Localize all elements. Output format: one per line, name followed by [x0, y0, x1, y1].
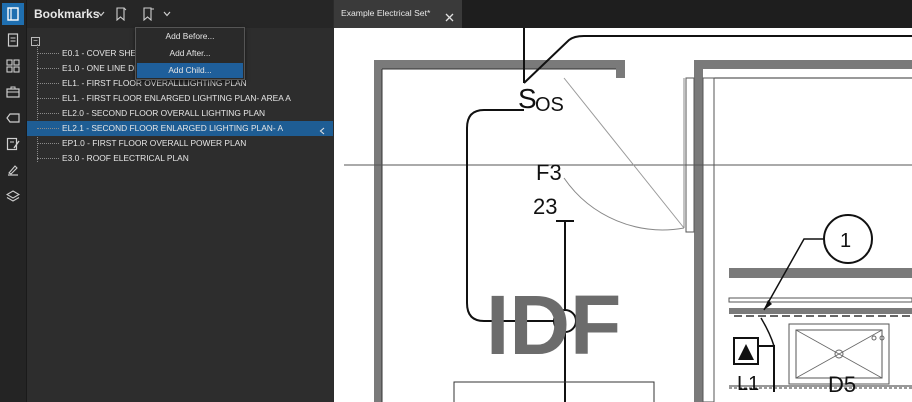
bookmark-item[interactable]: EL1. - FIRST FLOOR ENLARGED LIGHTING PLA…: [27, 91, 333, 106]
book-icon[interactable]: [2, 3, 24, 25]
switch-symbol: S: [518, 83, 537, 114]
bookmark-label: E3.0 - ROOF ELECTRICAL PLAN: [62, 153, 189, 163]
switch-type-label: OS: [535, 94, 564, 116]
bookmark-label: EP1.0 - FIRST FLOOR OVERALL POWER PLAN: [62, 138, 247, 148]
page-icon[interactable]: [2, 29, 24, 51]
thumbnails-icon[interactable]: [2, 55, 24, 77]
menu-item-add-child[interactable]: Add Child...: [137, 63, 243, 78]
bookmark-item[interactable]: EP1.0 - FIRST FLOOR OVERALL POWER PLAN: [27, 136, 333, 151]
bookmark-label: E1.0 - ONE LINE DI: [62, 63, 137, 73]
close-icon[interactable]: [445, 9, 454, 27]
toolbox-icon[interactable]: [2, 81, 24, 103]
document-tab[interactable]: Example Electrical Set*: [334, 0, 462, 28]
bookmark-item[interactable]: E3.0 - ROOF ELECTRICAL PLAN: [27, 151, 333, 166]
wall: [694, 60, 912, 69]
bookmark-label: E0.1 - COVER SHE: [62, 48, 137, 58]
document-tab-bar: Example Electrical Set*: [334, 0, 912, 28]
device-tag: D5: [828, 372, 856, 397]
chevron-down-icon[interactable]: [95, 5, 107, 23]
left-toolbar: [0, 0, 27, 402]
bookmark-label: EL2.1 - SECOND FLOOR ENLARGED LIGHTING P…: [62, 123, 284, 133]
fixture-tag: L1: [737, 373, 759, 395]
drawing-canvas[interactable]: S OS F3 23 IDF 1 L1 D5: [334, 28, 912, 402]
bookmark-label: EL1. - FIRST FLOOR ENLARGED LIGHTING PLA…: [62, 93, 291, 103]
circuit-number-label: 23: [533, 194, 557, 219]
bookmark-item-selected[interactable]: EL2.1 - SECOND FLOOR ENLARGED LIGHTING P…: [27, 121, 333, 136]
add-bookmark-menu: Add Before... Add After... Add Child...: [135, 27, 245, 80]
add-bookmark-options-icon[interactable]: [140, 5, 156, 23]
signature-icon[interactable]: [2, 159, 24, 181]
room-name-label: IDF: [486, 278, 621, 372]
add-bookmark-icon[interactable]: [113, 5, 129, 23]
wall: [374, 60, 382, 402]
floor-plan-drawing: S OS F3 23 IDF 1 L1 D5: [344, 28, 912, 402]
callout-number: 1: [840, 230, 851, 252]
wall: [374, 60, 624, 69]
document-tab-label: Example Electrical Set*: [341, 8, 431, 18]
panel-title: Bookmarks: [34, 7, 100, 21]
markup-list-icon[interactable]: [2, 133, 24, 155]
tag-icon[interactable]: [2, 107, 24, 129]
menu-item-add-after[interactable]: Add After...: [137, 46, 243, 61]
circuit-panel-label: F3: [536, 160, 562, 185]
collapse-toggle[interactable]: −: [31, 37, 40, 46]
bookmark-item[interactable]: EL2.0 - SECOND FLOOR OVERALL LIGHTING PL…: [27, 106, 333, 121]
chevron-down-icon[interactable]: [161, 5, 173, 23]
bookmark-label: EL2.0 - SECOND FLOOR OVERALL LIGHTING PL…: [62, 108, 266, 118]
bookmarks-header: Bookmarks: [27, 0, 333, 28]
layers-icon[interactable]: [2, 185, 24, 207]
menu-item-add-before[interactable]: Add Before...: [137, 29, 243, 44]
